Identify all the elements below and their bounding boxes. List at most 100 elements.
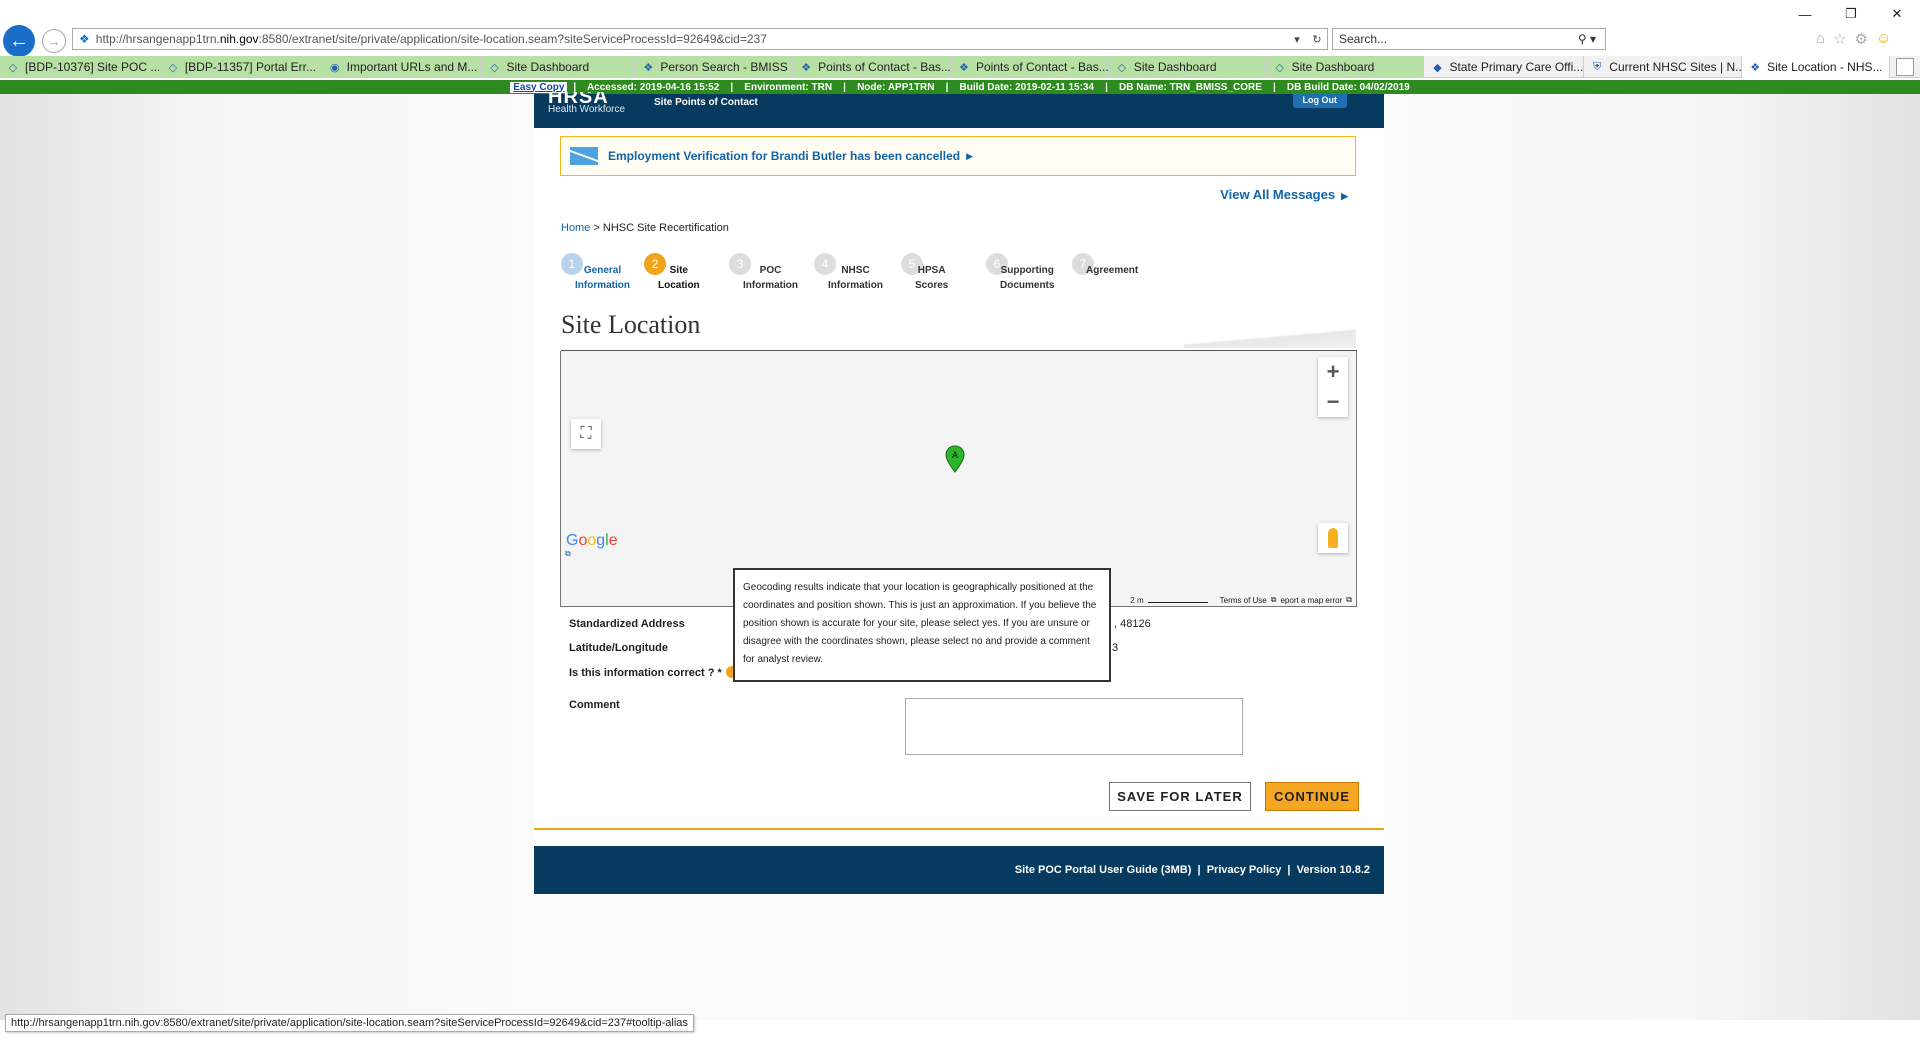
- status-bar-url: http://hrsangenapp1trn.nih.gov:8580/extr…: [5, 1014, 694, 1032]
- breadcrumb: Home > NHSC Site Recertification: [561, 222, 729, 234]
- report-map-error-link[interactable]: eport a map error: [1280, 596, 1342, 605]
- info-correct-question: Is this information correct ? *: [569, 666, 738, 679]
- favorites-star-icon[interactable]: ☆: [1833, 30, 1846, 48]
- portal-name: Site Points of Contact: [654, 97, 758, 108]
- terms-of-use-link[interactable]: Terms of Use: [1220, 596, 1267, 605]
- continue-button[interactable]: CONTINUE: [1265, 782, 1359, 811]
- progress-steps: 1 General Information 2 Site Location 3 PO…: [561, 253, 1161, 293]
- hrsa-logo[interactable]: HRSA: [548, 92, 609, 104]
- tab-site-dashboard-1[interactable]: ◇ Site Dashboard: [481, 56, 636, 78]
- title-decoration: [1184, 328, 1356, 348]
- environment-bar: Easy Copy | Accessed: 2019-04-16 15:52 | …: [0, 80, 1920, 94]
- zoom-out-button[interactable]: −: [1318, 387, 1348, 417]
- main-content: HRSA Health Workforce Site Points of Con…: [534, 92, 1384, 894]
- step-label: NHSC Information: [828, 265, 883, 291]
- tab-site-dashboard-3[interactable]: ◇ Site Dashboard: [1266, 56, 1425, 78]
- view-all-label: View All Messages: [1220, 187, 1336, 202]
- comment-label: Comment: [569, 699, 620, 711]
- zoom-in-button[interactable]: +: [1318, 357, 1348, 387]
- latlong-label: Latitude/Longitude: [569, 642, 668, 654]
- step-label: HPSA Scores: [915, 265, 949, 291]
- logo-subtitle: Health Workforce: [548, 104, 626, 115]
- tab-label: Points of Contact - Bas...: [975, 60, 1109, 74]
- site-header: HRSA Health Workforce Site Points of Con…: [534, 92, 1384, 128]
- tab-label: Points of Contact - Bas...: [818, 60, 951, 74]
- pegman-icon: [1328, 528, 1338, 548]
- step-label: Site Location: [658, 265, 700, 291]
- tab-label: Person Search - BMISS: [660, 60, 788, 74]
- tab-label: State Primary Care Offi...: [1449, 60, 1584, 74]
- web-icon: ◉: [329, 61, 340, 74]
- forward-button[interactable]: →: [42, 29, 66, 53]
- tab-label: Important URLs and M...: [346, 60, 478, 74]
- street-view-pegman[interactable]: [1318, 523, 1348, 553]
- arrow-left-icon: ←: [9, 29, 29, 52]
- save-for-later-button[interactable]: SAVE FOR LATER: [1109, 782, 1251, 811]
- page-icon: ◇: [490, 61, 499, 74]
- tab-points-of-contact-2[interactable]: ❖ Points of Contact - Bas...: [950, 56, 1109, 78]
- page-icon: ❖: [959, 61, 969, 74]
- easy-copy-link[interactable]: Easy Copy: [510, 81, 568, 93]
- view-all-messages-link[interactable]: View All Messages ▶: [1220, 187, 1348, 202]
- search-input[interactable]: Search...: [1339, 32, 1569, 46]
- breadcrumb-home[interactable]: Home: [561, 222, 590, 234]
- breadcrumb-separator: >: [593, 222, 600, 234]
- new-tab-button[interactable]: [1895, 58, 1914, 76]
- standardized-address-label: Standardized Address: [569, 618, 685, 630]
- home-icon[interactable]: ⌂: [1816, 30, 1825, 48]
- page-icon: ❖: [801, 61, 812, 74]
- message-banner[interactable]: Employment Verification for Brandi Butle…: [560, 136, 1356, 176]
- map-scale-label: 2 m: [1130, 595, 1144, 605]
- breadcrumb-current: NHSC Site Recertification: [602, 222, 729, 234]
- fullscreen-button[interactable]: ⛶: [571, 419, 601, 449]
- step-label: General Information: [575, 265, 630, 291]
- map-footer: 2 m Terms of Use ⧉ eport a map error ⧉: [1130, 595, 1352, 605]
- shield-icon: ⛨: [1593, 60, 1602, 73]
- feedback-smiley-icon[interactable]: ☺: [1876, 30, 1891, 48]
- settings-gear-icon[interactable]: ⚙: [1855, 30, 1868, 48]
- fullscreen-icon: ⛶: [580, 425, 592, 442]
- tab-person-search[interactable]: ❖ Person Search - BMISS: [635, 56, 794, 78]
- tab-important-urls[interactable]: ◉ Important URLs and M...: [321, 56, 482, 78]
- tab-bdp-11357[interactable]: ◇ [BDP-11357] Portal Err...: [159, 56, 322, 78]
- tab-state-primary-care[interactable]: ◆ State Primary Care Offi...: [1424, 56, 1585, 78]
- page-icon: ❖: [643, 61, 654, 74]
- comment-textarea[interactable]: [905, 698, 1243, 755]
- browser-toolbar-icons: ⌂ ☆ ⚙ ☺: [1816, 30, 1891, 48]
- step-label: POC Information: [743, 265, 798, 291]
- page-title: Site Location: [561, 310, 701, 339]
- tab-current-nhsc-sites[interactable]: ⛨ Current NHSC Sites | N...: [1584, 56, 1743, 78]
- site-footer[interactable]: Site POC Portal User Guide (3MB) | Priva…: [534, 846, 1384, 894]
- external-link-icon[interactable]: ⧉: [565, 549, 571, 559]
- jira-icon: ◇: [168, 61, 178, 74]
- triangle-right-icon: ▶: [966, 150, 974, 161]
- tab-label: Site Dashboard: [506, 60, 590, 74]
- site-icon: ❖: [79, 32, 90, 46]
- tab-site-location[interactable]: ❖Site Location - NHS...✕: [1742, 56, 1890, 78]
- logout-button[interactable]: Log Out: [1292, 94, 1347, 108]
- page-icon: ◇: [1275, 61, 1284, 74]
- standardized-address-value: , 48126: [1114, 618, 1151, 630]
- map-scale-bar: [1147, 597, 1208, 603]
- tab-label: Site Dashboard: [1291, 60, 1375, 74]
- dropdown-icon[interactable]: ▾: [1287, 33, 1307, 46]
- tab-points-of-contact-1[interactable]: ❖ Points of Contact - Bas...: [793, 56, 951, 78]
- url-text[interactable]: http://hrsangenapp1trn.nih.gov:8580/extr…: [96, 32, 1287, 46]
- tab-bdp-10376[interactable]: ◇ [BDP-10376] Site POC ...: [0, 56, 160, 78]
- search-box[interactable]: Search... ⚲ ▾: [1332, 28, 1606, 50]
- message-text[interactable]: Employment Verification for Brandi Butle…: [608, 149, 960, 163]
- step-label: Agreement: [1086, 265, 1139, 276]
- map-marker-icon[interactable]: A: [945, 445, 965, 473]
- tab-site-dashboard-2[interactable]: ◇ Site Dashboard: [1108, 56, 1267, 78]
- address-bar[interactable]: ❖ http://hrsangenapp1trn.nih.gov:8580/ex…: [72, 28, 1328, 50]
- page-icon: ❖: [1750, 61, 1761, 74]
- latlong-value: 3: [1112, 642, 1119, 654]
- jira-icon: ◇: [8, 61, 18, 74]
- back-button[interactable]: ←: [3, 25, 35, 57]
- search-icon[interactable]: ⚲ ▾: [1569, 32, 1605, 46]
- triangle-right-icon: ▶: [1341, 191, 1348, 201]
- refresh-icon[interactable]: ↻: [1307, 33, 1327, 46]
- external-link-icon: ⧉: [1270, 595, 1277, 604]
- footer-divider: [534, 828, 1384, 830]
- url-domain: nih.gov: [219, 32, 259, 46]
